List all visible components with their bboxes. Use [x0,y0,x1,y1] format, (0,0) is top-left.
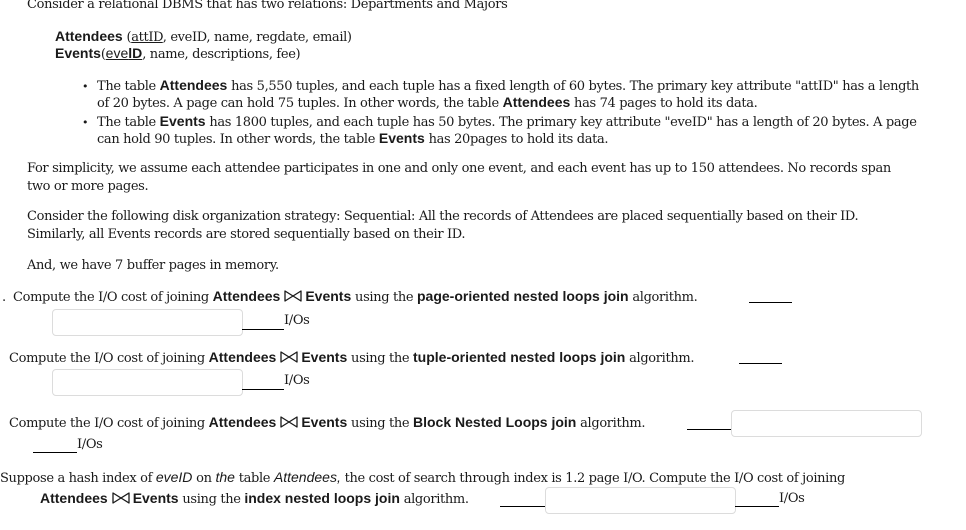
algorithm-name: Block Nested Loops join [413,414,577,430]
attribute-name: eveID [155,469,193,485]
question-3: Compute the I/O cost of joining Attendee… [9,414,645,431]
answer-blank-line [749,301,792,303]
unit-label: I/Os [284,373,310,388]
question-text: algorithm. [628,290,698,305]
attributes: , name, descriptions, fee) [142,47,301,62]
bowtie-join-icon [280,416,298,428]
strategy-line1: Consider the following disk organization… [27,209,859,224]
question-text: using the [178,492,245,507]
strategy-line2: Similarly, all Events records are stored… [27,227,466,242]
question-2: Compute the I/O cost of joining Attendee… [9,349,694,366]
question-text: Suppose a hash index of [0,471,156,486]
bullet-icon: • [82,80,89,93]
algorithm-name: tuple-oriented nested loops join [413,349,626,365]
text: has 1800 tuples, and each tuple has 50 b… [205,115,917,130]
relation-name: Attendees [40,490,108,506]
bullet-attendees-line2: of 20 bytes. A page can hold 75 tuples. … [97,94,758,111]
buffer-text: And, we have 7 buffer pages in memory. [27,258,279,273]
bullet-attendees-line1: The table Attendees has 5,550 tuples, an… [97,77,919,94]
question-text: using the [347,351,413,366]
primary-key-part: eve [105,45,129,61]
paren: ( [122,30,132,45]
text: of 20 bytes. A page can hold 75 tuples. … [97,96,503,111]
question-text: Compute the I/O cost of joining [9,351,209,366]
question-4: Attendees Events using the index nested l… [40,490,469,507]
relation-name: Events [301,349,348,365]
relation-name: Events [301,414,348,430]
answer-blank-line [739,362,782,364]
relation-name: Attendees [159,77,228,93]
question-text: the cost of search through index is 1.2 … [340,471,846,486]
algorithm-name: page-oriented nested loops join [417,288,629,304]
bowtie-join-icon [280,351,298,363]
simplicity-line1: For simplicity, we assume each attendee … [27,161,891,176]
relation-name: Events [305,288,352,304]
relation-name: Attendees [208,414,277,430]
answer-blank-line [687,428,731,430]
question-text: Compute the I/O cost of joining [9,416,209,431]
question-number: . [2,290,6,305]
relation-name: Attendees, [273,469,341,485]
question-text: Compute the I/O cost of joining [13,290,213,305]
question-4-intro: Suppose a hash index of eveID on the tab… [0,469,845,486]
algorithm-name: index nested loops join [244,490,400,506]
bowtie-join-icon [112,492,130,504]
question-text: the [215,469,235,485]
relation-name: Events [159,113,206,129]
relation-name: Events [132,490,179,506]
text: can hold 90 tuples. In other words, the … [97,132,379,147]
schema-attendees: Attendees (attID, eveID, name, regdate, … [55,28,352,45]
answer-blank-line [242,388,284,390]
unit-label: I/Os [779,491,805,506]
bowtie-join-icon [284,290,302,302]
answer-input-tuple-nlj[interactable] [52,369,243,396]
relation-name: Events [55,45,101,61]
unit-label: I/Os [77,437,103,452]
answer-blank-line [735,505,779,507]
answer-blank-line [242,328,284,330]
question-text: algorithm. [625,351,695,366]
question-text: table [234,471,274,486]
question-text: using the [347,416,413,431]
schema-events: Events(evelD, name, descriptions, fee) [55,45,301,62]
answer-input-index-nlj[interactable] [545,487,736,514]
bullet-icon: • [82,116,89,129]
answer-input-page-nlj[interactable] [52,309,243,336]
primary-key-part: lD [128,45,143,61]
primary-key: attID [131,30,163,45]
simplicity-line2: two or more pages. [27,179,149,194]
relation-name: Events [378,130,425,146]
relation-name: Attendees [55,28,123,44]
text: The table [97,79,160,94]
text: The table [97,115,160,130]
text: has 5,550 tuples, and each tuple has a f… [227,79,919,94]
text: has 74 pages to hold its data. [570,96,758,111]
unit-label: I/Os [284,313,310,328]
attributes: , eveID, name, regdate, email) [162,30,352,45]
relation-name: Attendees [212,288,281,304]
relation-name: Attendees [208,349,277,365]
answer-blank-line [33,451,77,453]
primary-key: evelD [105,45,143,62]
question-text: algorithm. [576,416,646,431]
intro-text: Consider a relational DBMS that has two … [27,0,508,12]
question-1: . Compute the I/O cost of joining Attend… [2,288,698,305]
answer-input-block-nlj[interactable] [731,410,922,437]
text: has 20pages to hold its data. [424,132,609,147]
question-text: on [192,471,216,486]
bullet-events-line2: can hold 90 tuples. In other words, the … [97,130,609,147]
bullet-events-line1: The table Events has 1800 tuples, and ea… [97,113,917,130]
question-text: using the [351,290,417,305]
question-text: algorithm. [399,492,469,507]
answer-blank-line [500,505,545,507]
relation-name: Attendees [502,94,571,110]
